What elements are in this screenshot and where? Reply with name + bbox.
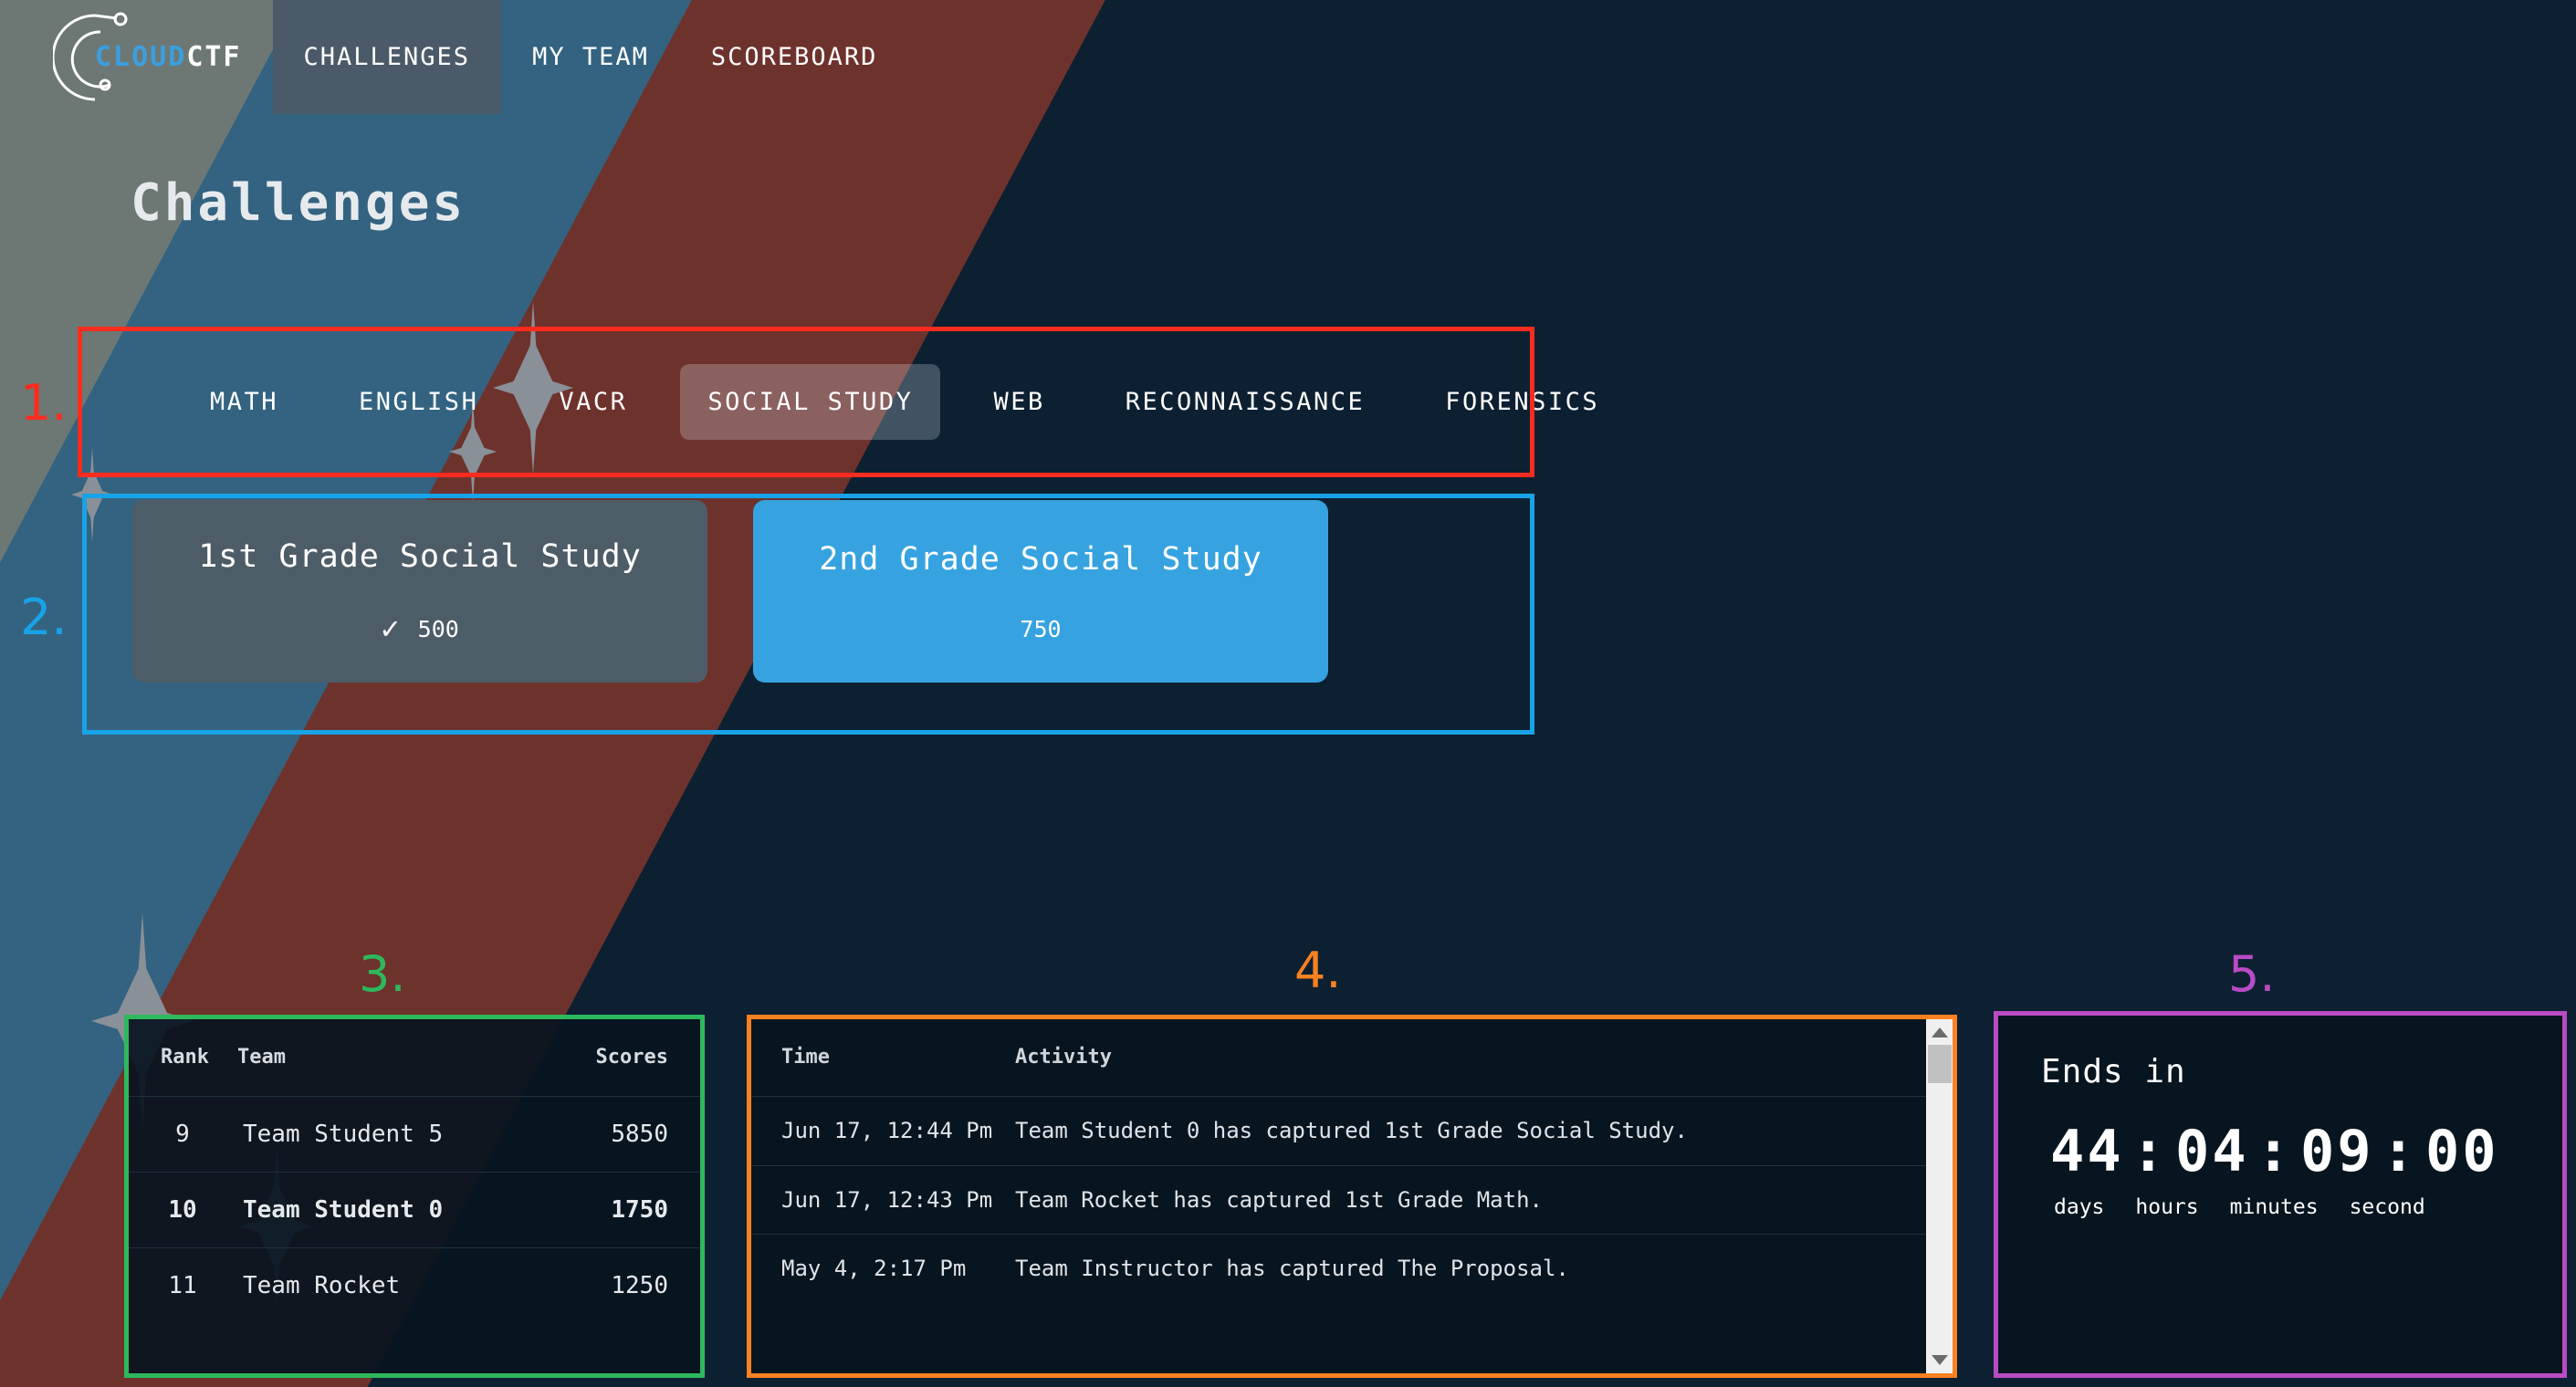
activity-column-time: Time [750,1018,1015,1097]
countdown-separator: : [2124,1118,2175,1184]
scoreboard-cell-score: 5850 [544,1097,701,1173]
brand-wordmark: CLOUDCTF [95,41,242,73]
scoreboard-column-team: Team [237,1018,544,1097]
activity-table: Time Activity Jun 17, 12:44 Pm Team Stud… [750,1018,1926,1303]
triangle-down-icon[interactable] [1932,1355,1948,1365]
list-item: Jun 17, 12:43 Pm Team Rocket has capture… [750,1165,1926,1235]
brand-logo[interactable]: CLOUDCTF [53,0,242,114]
category-tab-reconnaissance[interactable]: RECONNAISSANCE [1098,364,1393,440]
countdown-separator: : [2374,1118,2425,1184]
challenge-card-points-value: 500 [418,616,459,642]
scoreboard-cell-team: Team Student 0 [237,1173,544,1248]
countdown-unit-minutes: minutes [2230,1195,2319,1219]
table-row[interactable]: 9 Team Student 5 5850 [128,1097,701,1173]
nav-item-challenges[interactable]: CHALLENGES [273,0,502,114]
scoreboard-cell-rank: 11 [128,1248,237,1324]
countdown-hours: 04 [2175,1118,2249,1184]
activity-cell-time: Jun 17, 12:44 Pm [750,1097,1015,1166]
challenge-card-points: ✓ 500 [381,613,459,644]
list-item: Jun 17, 12:44 Pm Team Student 0 has capt… [750,1097,1926,1166]
countdown-days: 44 [2050,1118,2124,1184]
category-tab-forensics[interactable]: FORENSICS [1418,364,1627,440]
activity-cell-time: Jun 17, 12:43 Pm [750,1165,1015,1235]
challenge-card-title: 2nd Grade Social Study [819,541,1262,578]
category-tab-english[interactable]: ENGLISH [331,364,506,440]
category-tab-web[interactable]: WEB [966,364,1072,440]
activity-cell-text: Team Rocket has captured 1st Grade Math. [1015,1165,1926,1235]
countdown-seconds: 00 [2425,1118,2499,1184]
challenge-card-points: 750 [1020,616,1061,642]
annotation-number-4: 4. [1294,942,1342,999]
activity-feed-scroll-area: Time Activity Jun 17, 12:44 Pm Team Stud… [750,1018,1926,1374]
scoreboard-header-row: Rank Team Scores [128,1018,701,1097]
challenge-card[interactable]: 2nd Grade Social Study 750 [753,500,1328,683]
countdown-unit-labels: days hours minutes second [2041,1195,2563,1219]
scoreboard-cell-team: Team Student 5 [237,1097,544,1173]
scoreboard-table: Rank Team Scores 9 Team Student 5 5850 1… [128,1018,701,1323]
nav-item-my-team[interactable]: MY TEAM [501,0,680,114]
scoreboard-column-rank: Rank [128,1018,237,1097]
scrollbar-thumb[interactable] [1928,1045,1952,1083]
category-tab-math[interactable]: MATH [183,364,306,440]
table-row[interactable]: 10 Team Student 0 1750 [128,1173,701,1248]
category-tab-vacr[interactable]: VACR [531,364,654,440]
brand-cloud-text: CLOUD [95,41,186,73]
challenge-card[interactable]: 1st Grade Social Study ✓ 500 [132,500,707,683]
page-title: Challenges [131,173,466,233]
scoreboard-cell-rank: 9 [128,1097,237,1173]
countdown-label: Ends in [2041,1053,2563,1090]
countdown-clock: 44 : 04 : 09 : 00 [2041,1118,2563,1184]
countdown-timer-panel: Ends in 44 : 04 : 09 : 00 days hours min… [1997,1015,2563,1374]
list-item: May 4, 2:17 Pm Team Instructor has captu… [750,1235,1926,1303]
brand-ctf-text: CTF [186,41,241,73]
scoreboard-cell-score: 1750 [544,1173,701,1248]
challenge-card-points-value: 750 [1020,616,1061,642]
activity-feed-panel: Time Activity Jun 17, 12:44 Pm Team Stud… [750,1018,1953,1374]
scoreboard-cell-team: Team Rocket [237,1248,544,1324]
nav-links: CHALLENGES MY TEAM SCOREBOARD [273,0,909,114]
activity-cell-text: Team Instructor has captured The Proposa… [1015,1235,1926,1303]
annotation-number-2: 2. [20,589,68,646]
category-tab-social-study[interactable]: SOCIAL STUDY [680,364,940,440]
triangle-up-icon[interactable] [1932,1027,1948,1038]
activity-scrollbar[interactable] [1926,1018,1953,1374]
activity-cell-text: Team Student 0 has captured 1st Grade So… [1015,1097,1926,1166]
table-row[interactable]: 11 Team Rocket 1250 [128,1248,701,1324]
annotation-number-3: 3. [359,945,406,1003]
check-icon: ✓ [381,613,399,644]
activity-column-activity: Activity [1015,1018,1926,1097]
annotation-number-1: 1. [20,374,68,432]
countdown-minutes: 09 [2300,1118,2374,1184]
activity-cell-time: May 4, 2:17 Pm [750,1235,1015,1303]
nav-item-scoreboard[interactable]: SCOREBOARD [680,0,909,114]
activity-header-row: Time Activity [750,1018,1926,1097]
challenge-card-title: 1st Grade Social Study [198,538,642,575]
scoreboard-cell-score: 1250 [544,1248,701,1324]
category-tabs: MATH ENGLISH VACR SOCIAL STUDY WEB RECON… [82,331,1534,473]
annotation-number-5: 5. [2228,945,2276,1003]
scoreboard-panel: Rank Team Scores 9 Team Student 5 5850 1… [128,1018,701,1374]
scoreboard-cell-rank: 10 [128,1173,237,1248]
challenge-card-list: 1st Grade Social Study ✓ 500 2nd Grade S… [132,500,1328,683]
top-navigation-bar: CLOUDCTF CHALLENGES MY TEAM SCOREBOARD [0,0,2576,114]
countdown-unit-days: days [2054,1195,2104,1219]
countdown-separator: : [2249,1118,2300,1184]
countdown-unit-hours: hours [2135,1195,2198,1219]
scoreboard-column-score: Scores [544,1018,701,1097]
countdown-unit-seconds: second [2350,1195,2425,1219]
